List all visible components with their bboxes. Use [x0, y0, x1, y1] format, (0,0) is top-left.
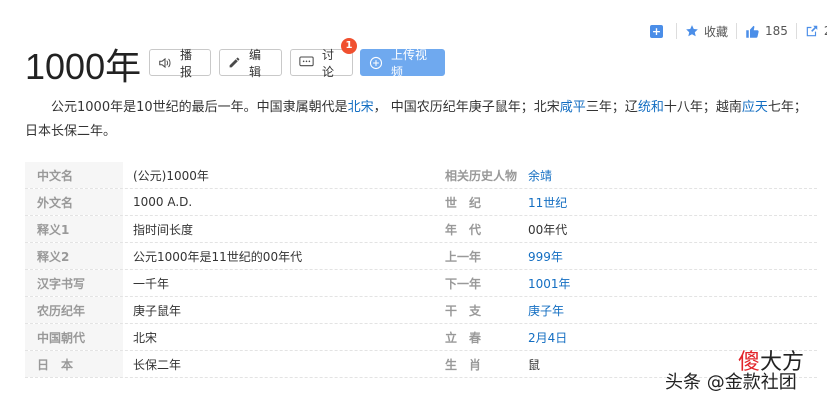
thumbs-up-icon[interactable]	[745, 24, 760, 39]
info-key: 中国朝代	[25, 324, 123, 350]
info-key: 世 纪	[445, 195, 482, 210]
share-icon[interactable]	[805, 24, 819, 38]
info-key: 年 代	[445, 222, 482, 237]
info-row: 中国朝代 北宋 立 春 2月4日	[25, 324, 817, 351]
info-box: 中文名 (公元)1000年 相关历史人物 余靖 外文名 1000 A.D. 世 …	[25, 162, 817, 378]
upload-video-button[interactable]: 上传视频	[360, 48, 445, 79]
pencil-icon	[228, 56, 241, 69]
info-row: 释义1 指时间长度 年 代 00年代	[25, 216, 817, 243]
speaker-icon	[158, 56, 172, 70]
info-key: 中文名	[25, 162, 123, 188]
info-row: 释义2 公元1000年是11世纪的00年代 上一年 999年	[25, 243, 817, 270]
info-key: 农历纪年	[25, 297, 123, 323]
upload-video-label: 上传视频	[391, 47, 428, 79]
info-key: 下一年	[445, 276, 482, 291]
discuss-button[interactable]: 讨论	[290, 48, 353, 79]
play-label: 播报	[180, 47, 193, 79]
info-key: 释义2	[25, 243, 123, 269]
link-ying-tian[interactable]: 应天	[742, 100, 768, 115]
summary-text: 十八年；越南	[663, 100, 742, 115]
info-key: 汉字书写	[25, 270, 123, 296]
info-key: 上一年	[445, 249, 482, 264]
link-xian-ping[interactable]: 咸平	[560, 100, 586, 115]
info-value: (公元)1000年	[133, 168, 209, 183]
page-title: 1000年	[25, 46, 142, 87]
watermark-text: 头条 @金款社团	[665, 372, 797, 393]
chat-icon	[299, 56, 314, 69]
divider	[795, 23, 797, 39]
info-key: 释义1	[25, 216, 123, 242]
info-value: 00年代	[528, 222, 568, 237]
info-value: 公元1000年是11世纪的00年代	[133, 249, 303, 264]
edit-label: 编辑	[249, 47, 262, 79]
like-count: 185	[765, 24, 788, 38]
page-actions: + 收藏 185 2	[650, 20, 827, 42]
info-row: 外文名 1000 A.D. 世 纪 11世纪	[25, 189, 817, 216]
info-row: 农历纪年 庚子鼠年 干 支 庚子年	[25, 297, 817, 324]
info-value: 长保二年	[133, 357, 182, 372]
info-value: 庚子鼠年	[133, 303, 182, 318]
info-value: 北宋	[133, 330, 158, 345]
info-key: 立 春	[445, 330, 482, 345]
info-value-link[interactable]: 11世纪	[518, 189, 817, 215]
add-icon[interactable]: +	[650, 24, 663, 38]
info-row: 汉字书写 一千年 下一年 1001年	[25, 270, 817, 297]
link-tong-he[interactable]: 统和	[638, 100, 664, 115]
divider	[676, 23, 677, 39]
info-value-link[interactable]: 1001年	[518, 270, 817, 296]
divider	[736, 23, 738, 39]
info-value-link[interactable]: 余靖	[518, 162, 817, 188]
summary-paragraph: 公元1000年是10世纪的最后一年。中国隶属朝代是北宋， 中国农历纪年庚子鼠年；…	[25, 96, 810, 144]
info-value: 指时间长度	[133, 222, 194, 237]
summary-text: 公元1000年是10世纪的最后一年。中国隶属朝代是	[51, 100, 348, 115]
info-value: 一千年	[133, 276, 170, 291]
summary-text: ， 中国农历纪年庚子鼠年；北宋	[373, 100, 560, 115]
info-key: 相关历史人物	[445, 168, 518, 183]
discussion-count-badge: 1	[341, 38, 357, 54]
play-audio-button[interactable]: 播报	[149, 48, 211, 79]
link-bei-song[interactable]: 北宋	[348, 100, 374, 115]
info-row: 中文名 (公元)1000年 相关历史人物 余靖	[25, 162, 817, 189]
info-key: 日 本	[25, 351, 123, 377]
info-value-link[interactable]: 999年	[518, 243, 817, 269]
info-key: 生 肖	[445, 357, 482, 372]
info-key: 外文名	[25, 189, 123, 215]
info-key: 干 支	[445, 303, 482, 318]
edit-button[interactable]: 编辑	[219, 48, 282, 79]
discuss-label: 讨论	[322, 47, 335, 79]
info-value: 1000 A.D.	[133, 195, 193, 209]
star-icon[interactable]	[685, 24, 699, 38]
summary-text: 三年；辽	[585, 100, 638, 115]
info-value-link[interactable]: 庚子年	[518, 297, 817, 323]
favorite-button[interactable]: 收藏	[704, 23, 728, 40]
plus-circle-icon	[369, 56, 383, 70]
